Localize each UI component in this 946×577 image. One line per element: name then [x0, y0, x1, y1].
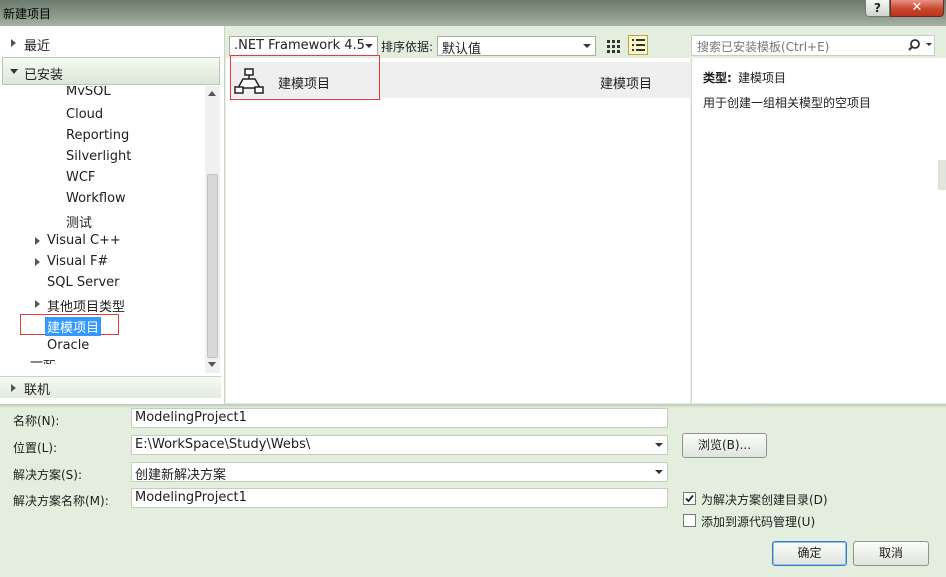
- window-title: 新建项目: [3, 7, 52, 21]
- tree-item-reporting[interactable]: Reporting: [66, 128, 129, 143]
- expand-arrow-icon[interactable]: [35, 237, 40, 245]
- chevron-down-icon[interactable]: [655, 443, 663, 447]
- checkmark-icon: [685, 494, 694, 503]
- tree-item-modeling[interactable]: 建模项目: [45, 317, 102, 336]
- tree-item-visual-fsharp[interactable]: Visual F#: [47, 254, 108, 269]
- solution-name-value: ModelingProject1: [135, 490, 247, 505]
- search-icon[interactable]: [907, 38, 935, 53]
- template-highlight-frame: [230, 55, 380, 100]
- tree-item-partial[interactable]: 一起: [30, 360, 56, 364]
- tree-item-other-types[interactable]: 其他项目类型: [47, 296, 125, 315]
- search-input[interactable]: 搜索已安装模板(Ctrl+E): [691, 35, 935, 56]
- browse-button[interactable]: 浏览(B)...: [682, 433, 767, 458]
- grid-view-icon: [607, 40, 620, 53]
- tree-item-silverlight[interactable]: Silverlight: [66, 149, 131, 164]
- location-field[interactable]: E:\WorkSpace\Study\Webs\: [131, 435, 668, 455]
- tree-item-oracle[interactable]: Oracle: [47, 338, 89, 353]
- edge-shadow: [938, 160, 946, 190]
- solution-name-label: 解决方案名称(M):: [13, 494, 109, 508]
- tree-online-label: 联机: [24, 383, 51, 398]
- tree-item-mysql[interactable]: MySQL: [66, 86, 111, 95]
- details-type-label: 类型:: [703, 71, 732, 85]
- name-value: ModelingProject1: [135, 410, 247, 425]
- search-placeholder: 搜索已安装模板(Ctrl+E): [697, 40, 830, 54]
- scroll-down-icon[interactable]: [208, 362, 216, 367]
- solution-value: 创建新解决方案: [135, 468, 227, 482]
- source-control-label[interactable]: 添加到源代码管理(U): [701, 513, 815, 530]
- tree-item-workflow[interactable]: Workflow: [66, 191, 126, 206]
- scroll-up-icon[interactable]: [208, 91, 216, 96]
- collapse-arrow-icon[interactable]: [10, 69, 18, 74]
- help-button[interactable]: ?: [865, 0, 890, 17]
- tree-scrollbar[interactable]: [205, 86, 220, 373]
- framework-value: .NET Framework 4.5: [234, 38, 365, 53]
- details-type-value: 建模项目: [738, 71, 787, 85]
- tree-installed-label: 已安装: [24, 68, 64, 83]
- tree-item-visual-cpp[interactable]: Visual C++: [47, 233, 121, 248]
- scrollbar-thumb[interactable]: [207, 174, 218, 358]
- location-value: E:\WorkSpace\Study\Webs\: [135, 437, 311, 452]
- list-view-icon: [632, 39, 645, 51]
- sort-select[interactable]: 默认值: [437, 36, 596, 57]
- chevron-down-icon[interactable]: [655, 470, 663, 474]
- framework-select[interactable]: .NET Framework 4.5: [229, 36, 378, 56]
- expand-arrow-icon[interactable]: [11, 39, 16, 47]
- chevron-down-icon: [365, 44, 373, 48]
- tree-item-wcf[interactable]: WCF: [66, 170, 95, 185]
- sort-value: 默认值: [442, 42, 482, 57]
- solution-name-field[interactable]: ModelingProject1: [131, 488, 668, 508]
- title-bar: [0, 0, 946, 26]
- name-label: 名称(N):: [13, 414, 60, 428]
- tree-item-cloud[interactable]: Cloud: [66, 107, 103, 122]
- expand-arrow-icon[interactable]: [11, 384, 16, 392]
- tree-item-modeling-selected[interactable]: 建模项目: [20, 314, 119, 336]
- solution-label: 解决方案(S):: [13, 468, 83, 482]
- create-directory-label[interactable]: 为解决方案创建目录(D): [701, 491, 828, 508]
- ok-button[interactable]: 确定: [772, 541, 847, 566]
- tree-recent-label: 最近: [24, 39, 51, 54]
- close-button[interactable]: ✕: [890, 0, 944, 17]
- tree-recent[interactable]: 最近: [0, 32, 221, 54]
- tree-item-sql-server[interactable]: SQL Server: [47, 275, 120, 290]
- tree-installed[interactable]: 已安装: [2, 57, 220, 85]
- name-field[interactable]: ModelingProject1: [131, 408, 668, 428]
- chevron-down-icon: [583, 44, 591, 48]
- cancel-button[interactable]: 取消: [853, 541, 929, 566]
- source-control-checkbox[interactable]: [683, 514, 696, 527]
- template-list: [226, 58, 690, 403]
- template-language: 建模项目: [600, 77, 653, 92]
- create-directory-checkbox[interactable]: [683, 492, 696, 505]
- expand-arrow-icon[interactable]: [35, 300, 40, 308]
- expand-arrow-icon[interactable]: [35, 258, 40, 266]
- location-label: 位置(L):: [13, 441, 58, 455]
- tree-online[interactable]: 联机: [0, 376, 221, 398]
- solution-select[interactable]: 创建新解决方案: [131, 462, 668, 482]
- grid-view-button[interactable]: [603, 36, 623, 56]
- details-description: 用于创建一组相关模型的空项目: [703, 96, 872, 110]
- list-view-button[interactable]: [628, 35, 648, 55]
- tree-item-test[interactable]: 测试: [66, 212, 92, 231]
- sort-label: 排序依据:: [381, 40, 434, 54]
